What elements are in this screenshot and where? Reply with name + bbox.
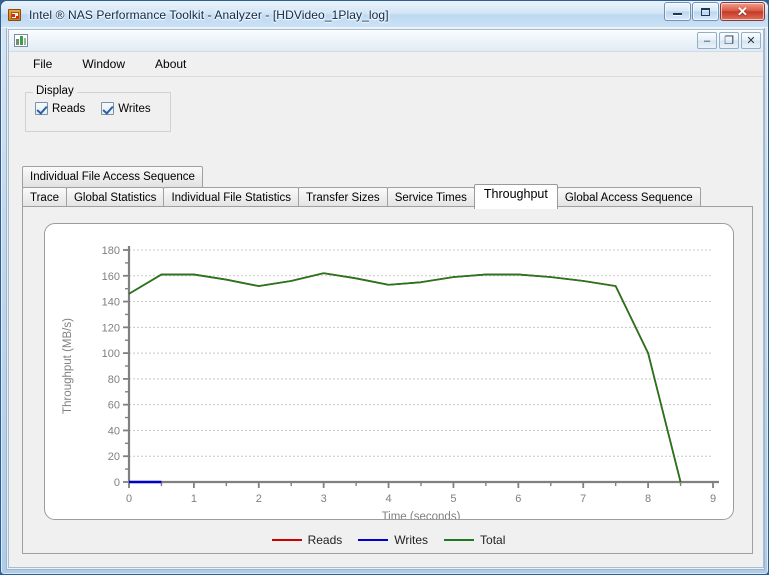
svg-text:5: 5 <box>450 493 456 505</box>
mdi-restore-button[interactable]: ❐ <box>719 32 739 49</box>
mdi-close-icon: ✕ <box>746 34 755 47</box>
display-group-title: Display <box>33 85 77 97</box>
svg-text:160: 160 <box>102 271 120 283</box>
minimize-icon <box>673 13 682 15</box>
application-icon <box>7 7 23 23</box>
display-checkbox-row: Reads Writes <box>35 102 151 115</box>
display-group-box: Display Reads Writes <box>25 85 171 132</box>
svg-text:20: 20 <box>108 451 120 463</box>
svg-text:0: 0 <box>126 493 132 505</box>
mdi-title-bar: – ❐ ✕ <box>9 30 763 52</box>
application-window: Intel ® NAS Performance Toolkit - Analyz… <box>0 0 769 575</box>
chart-window-icon <box>13 33 29 48</box>
maximize-icon <box>701 8 710 16</box>
svg-text:40: 40 <box>108 425 120 437</box>
checkbox-writes-box[interactable] <box>101 102 114 115</box>
maximize-button[interactable] <box>692 2 719 21</box>
legend-label-reads: Reads <box>308 533 343 547</box>
svg-text:0: 0 <box>114 477 120 489</box>
legend-item-reads: Reads <box>272 533 343 547</box>
checkbox-writes-label: Writes <box>118 103 150 115</box>
mdi-close-button[interactable]: ✕ <box>741 32 761 49</box>
minimize-button[interactable] <box>664 2 691 21</box>
checkbox-reads-box[interactable] <box>35 102 48 115</box>
svg-text:180: 180 <box>102 245 120 257</box>
legend-swatch-total <box>444 539 474 541</box>
throughput-chart-panel: 0 20 40 60 80 100 120 140 160 180 0 1 2 3 4 5 6 7 8 9 Time (… <box>44 223 734 520</box>
legend-swatch-writes <box>358 539 388 541</box>
mdi-minimize-button[interactable]: – <box>697 32 717 49</box>
checkbox-reads-label: Reads <box>52 103 85 115</box>
menu-bar: File Window About <box>9 52 763 77</box>
svg-text:9: 9 <box>710 493 716 505</box>
legend-item-total: Total <box>444 533 505 547</box>
tab-throughput[interactable]: Throughput <box>474 184 558 209</box>
legend-item-writes: Writes <box>358 533 428 547</box>
svg-text:2: 2 <box>256 493 262 505</box>
svg-text:6: 6 <box>515 493 521 505</box>
legend-swatch-reads <box>272 539 302 541</box>
tab-panel-throughput: 0 20 40 60 80 100 120 140 160 180 0 1 2 3 4 5 6 7 8 9 Time (… <box>22 206 753 554</box>
tab-row-top: Individual File Access Sequence <box>22 166 753 188</box>
svg-text:3: 3 <box>321 493 327 505</box>
title-bar: Intel ® NAS Performance Toolkit - Analyz… <box>1 1 768 28</box>
close-button[interactable]: ✕ <box>720 2 765 21</box>
svg-text:1: 1 <box>191 493 197 505</box>
window-title: Intel ® NAS Performance Toolkit - Analyz… <box>29 8 389 22</box>
mdi-client-area: – ❐ ✕ File Window About Dis <box>6 28 765 570</box>
svg-text:80: 80 <box>108 374 120 386</box>
mdi-window-controls: – ❐ ✕ <box>697 32 761 49</box>
checkbox-writes[interactable]: Writes <box>101 102 150 115</box>
svg-text:8: 8 <box>645 493 651 505</box>
mdi-minimize-icon: – <box>704 35 710 47</box>
legend-label-total: Total <box>480 533 505 547</box>
menu-item-file[interactable]: File <box>21 53 64 75</box>
close-icon: ✕ <box>737 5 748 18</box>
svg-text:120: 120 <box>102 322 120 334</box>
menu-item-about[interactable]: About <box>143 53 198 75</box>
mdi-restore-icon: ❐ <box>724 34 734 47</box>
menu-item-window[interactable]: Window <box>70 53 137 75</box>
svg-text:7: 7 <box>580 493 586 505</box>
svg-text:100: 100 <box>102 348 120 360</box>
svg-text:140: 140 <box>102 297 120 309</box>
chart-legend: Reads Writes Total <box>23 533 754 547</box>
legend-label-writes: Writes <box>394 533 428 547</box>
window-controls: ✕ <box>664 2 765 21</box>
mdi-child-window: – ❐ ✕ File Window About Dis <box>8 29 764 568</box>
svg-text:4: 4 <box>385 493 391 505</box>
svg-text:Time (seconds): Time (seconds) <box>382 511 461 519</box>
tab-control: Individual File Access Sequence Trace Gl… <box>22 166 753 210</box>
throughput-chart: 0 20 40 60 80 100 120 140 160 180 0 1 2 3 4 5 6 7 8 9 Time (… <box>45 224 733 519</box>
svg-text:60: 60 <box>108 400 120 412</box>
tab-individual-file-access-sequence[interactable]: Individual File Access Sequence <box>22 166 203 188</box>
checkbox-reads[interactable]: Reads <box>35 102 85 115</box>
svg-text:Throughput (MB/s): Throughput (MB/s) <box>62 318 74 414</box>
